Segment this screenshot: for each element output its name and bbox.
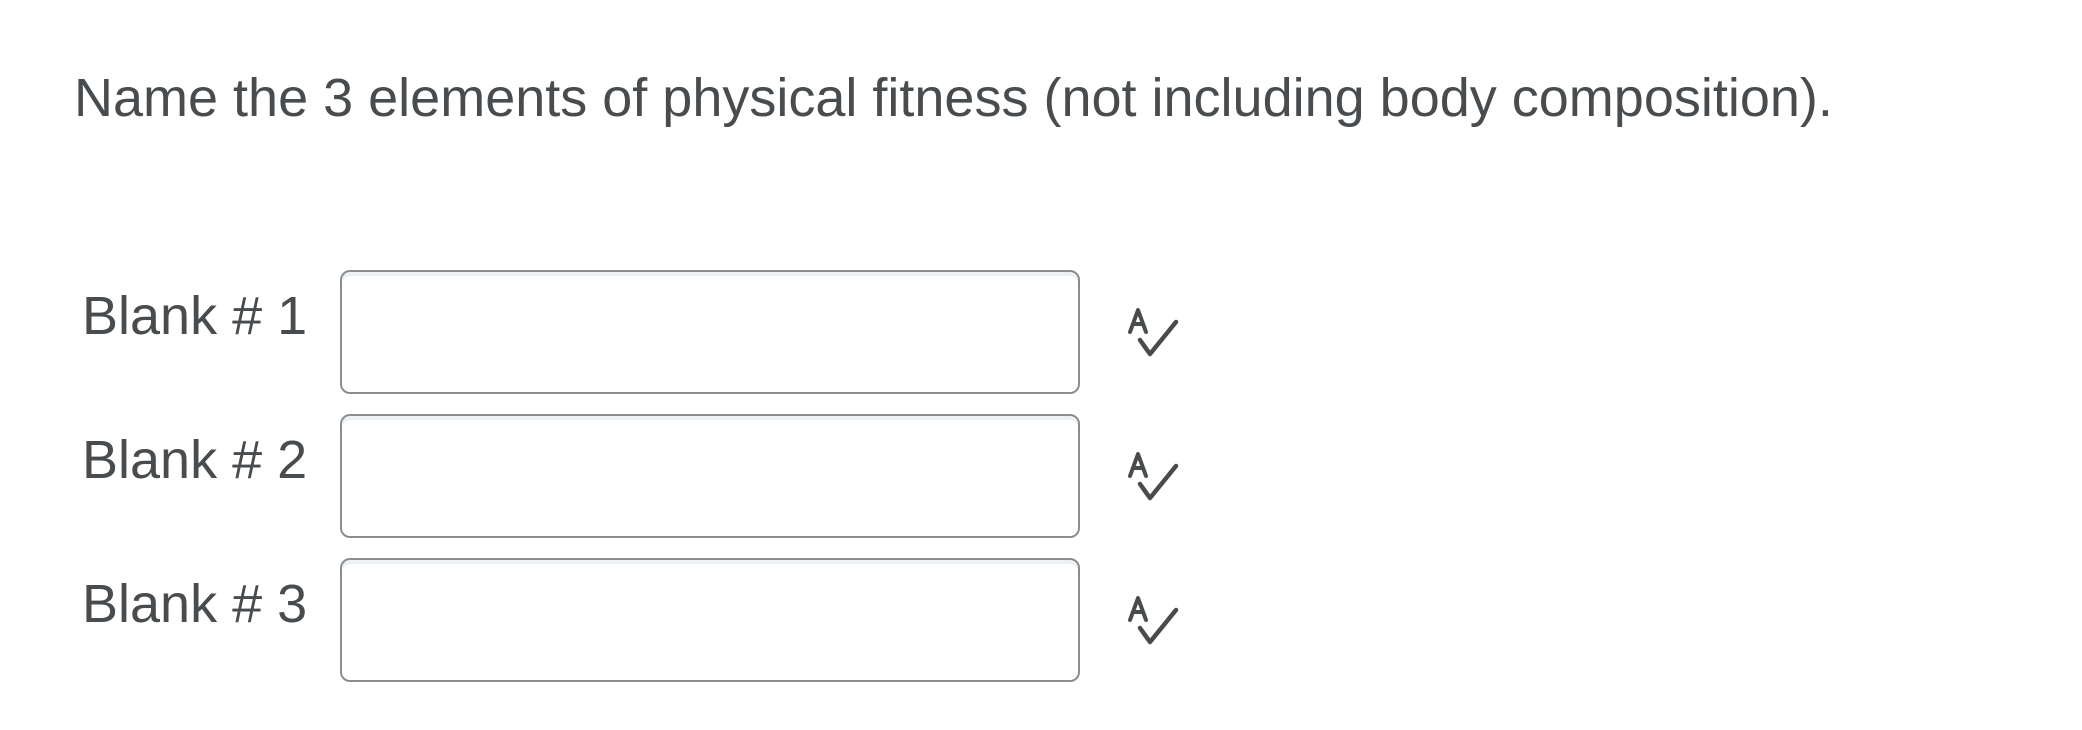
blank-input-2[interactable] [340, 414, 1080, 538]
blank-label: Blank # 3 [82, 574, 308, 634]
question-text: Name the 3 elements of physical fitness … [74, 68, 1833, 128]
blank-label: Blank # 2 [82, 430, 308, 490]
spellcheck-icon[interactable] [1124, 302, 1182, 360]
blank-row-1: Blank # 1 [0, 270, 1400, 394]
blank-input-1[interactable] [340, 270, 1080, 394]
blank-label: Blank # 1 [82, 286, 308, 346]
spellcheck-icon[interactable] [1124, 590, 1182, 648]
spellcheck-icon[interactable] [1124, 446, 1182, 504]
blank-row-3: Blank # 3 [0, 558, 1400, 682]
blank-input-3[interactable] [340, 558, 1080, 682]
blank-row-2: Blank # 2 [0, 414, 1400, 538]
